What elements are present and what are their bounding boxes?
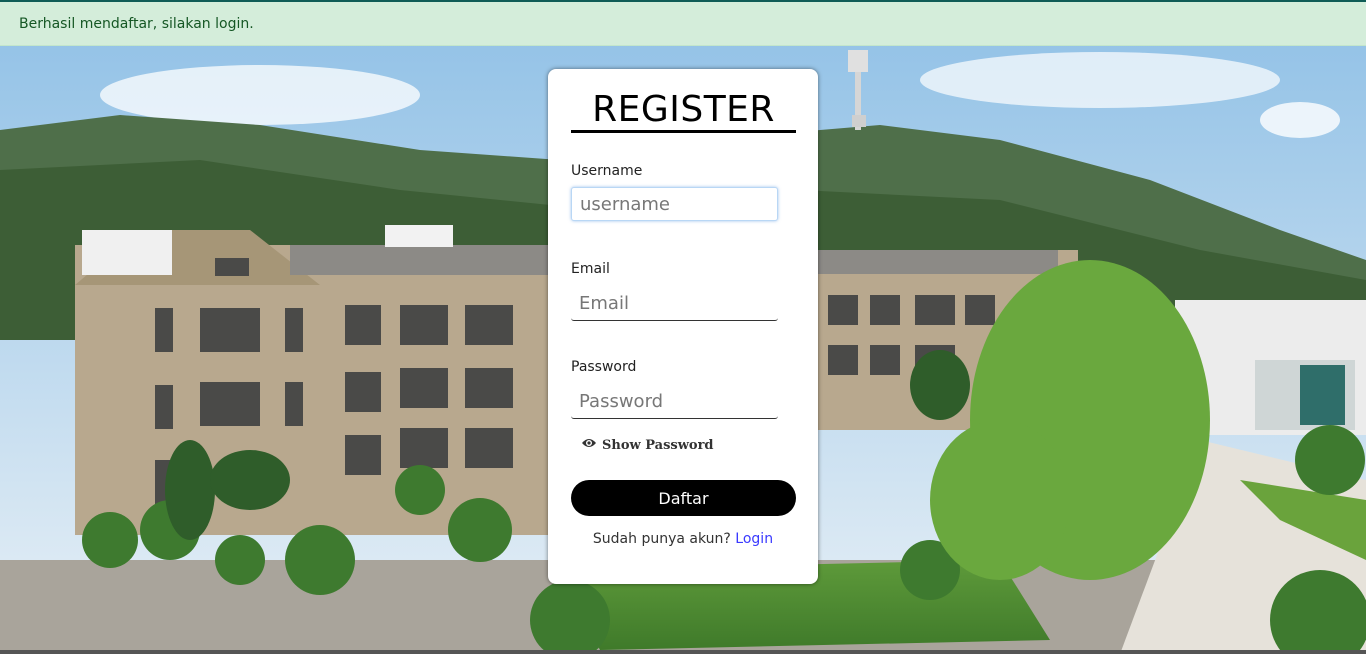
alert-message: Berhasil mendaftar, silakan login. xyxy=(19,16,254,32)
daftar-button[interactable]: Daftar xyxy=(571,480,796,516)
password-label: Password xyxy=(571,359,637,375)
eye-icon xyxy=(581,437,597,453)
email-input[interactable] xyxy=(571,287,778,321)
login-prompt-text: Sudah punya akun? xyxy=(592,531,731,547)
username-input[interactable] xyxy=(571,187,778,221)
username-label: Username xyxy=(571,163,643,179)
show-password-label: Show Password xyxy=(602,437,714,453)
title-underline xyxy=(571,130,796,133)
password-input[interactable] xyxy=(571,385,778,419)
login-link[interactable]: Login xyxy=(735,531,773,547)
email-label: Email xyxy=(571,261,610,277)
page-title: REGISTER xyxy=(592,89,775,130)
success-alert: Berhasil mendaftar, silakan login. xyxy=(0,0,1366,46)
register-card: REGISTER Username Email Password Show Pa… xyxy=(548,69,818,584)
show-password-toggle[interactable]: Show Password xyxy=(581,437,714,453)
login-prompt: Sudah punya akun? Login xyxy=(548,531,818,547)
